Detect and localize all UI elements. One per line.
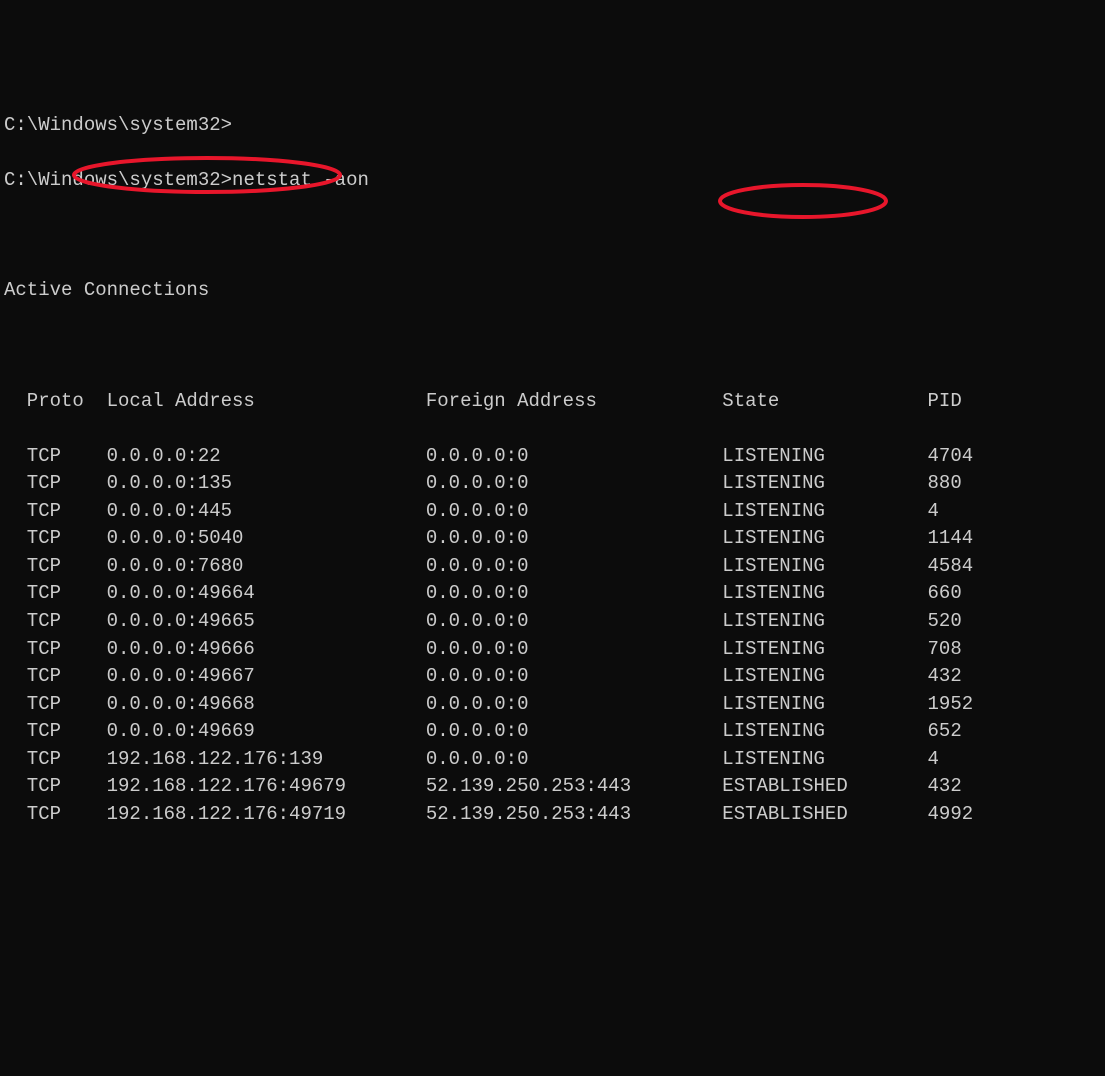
header-pid: PID (928, 388, 962, 416)
cell-state: LISTENING (722, 718, 927, 746)
cell-pid: 4 (928, 498, 939, 526)
cell-local: 192.168.122.176:49719 (107, 801, 426, 829)
cell-local: 0.0.0.0:49666 (107, 636, 426, 664)
cell-state: ESTABLISHED (722, 801, 927, 829)
cell-proto: TCP (27, 718, 107, 746)
cell-local: 192.168.122.176:139 (107, 746, 426, 774)
cell-proto: TCP (27, 498, 107, 526)
cell-state: LISTENING (722, 663, 927, 691)
prompt-command: netstat -aon (232, 169, 369, 191)
table-row: TCP0.0.0.0:4450.0.0.0:0LISTENING4 (4, 498, 1101, 526)
cell-foreign: 0.0.0.0:0 (426, 636, 722, 664)
cell-proto: TCP (27, 773, 107, 801)
cell-foreign: 52.139.250.253:443 (426, 773, 722, 801)
cell-proto: TCP (27, 801, 107, 829)
cell-local: 192.168.122.176:49679 (107, 773, 426, 801)
active-connections-title: Active Connections (4, 277, 1101, 305)
header-state: State (722, 388, 927, 416)
cell-proto: TCP (27, 553, 107, 581)
cell-state: LISTENING (722, 525, 927, 553)
table-row: TCP0.0.0.0:496680.0.0.0:0LISTENING1952 (4, 691, 1101, 719)
blank-line (4, 222, 1101, 250)
cell-pid: 4704 (928, 443, 974, 471)
cell-state: LISTENING (722, 580, 927, 608)
cell-local: 0.0.0.0:49668 (107, 691, 426, 719)
table-row: TCP0.0.0.0:496660.0.0.0:0LISTENING708 (4, 636, 1101, 664)
cell-local: 0.0.0.0:49669 (107, 718, 426, 746)
cell-proto: TCP (27, 470, 107, 498)
cell-pid: 708 (928, 636, 962, 664)
cell-proto: TCP (27, 636, 107, 664)
prompt-line: C:\Windows\system32> (4, 112, 1101, 140)
cell-foreign: 52.139.250.253:443 (426, 801, 722, 829)
cell-state: LISTENING (722, 746, 927, 774)
cell-foreign: 0.0.0.0:0 (426, 525, 722, 553)
cell-state: LISTENING (722, 608, 927, 636)
cell-state: ESTABLISHED (722, 773, 927, 801)
cell-pid: 432 (928, 773, 962, 801)
header-local: Local Address (107, 388, 426, 416)
cell-state: LISTENING (722, 553, 927, 581)
prompt-line: C:\Windows\system32>netstat -aon (4, 167, 1101, 195)
cell-pid: 432 (928, 663, 962, 691)
cell-foreign: 0.0.0.0:0 (426, 691, 722, 719)
table-row: TCP0.0.0.0:76800.0.0.0:0LISTENING4584 (4, 553, 1101, 581)
cell-proto: TCP (27, 608, 107, 636)
cell-foreign: 0.0.0.0:0 (426, 580, 722, 608)
cell-foreign: 0.0.0.0:0 (426, 663, 722, 691)
table-row: TCP0.0.0.0:496640.0.0.0:0LISTENING660 (4, 580, 1101, 608)
table-row: TCP0.0.0.0:220.0.0.0:0LISTENING4704 (4, 443, 1101, 471)
cell-foreign: 0.0.0.0:0 (426, 470, 722, 498)
cell-state: LISTENING (722, 691, 927, 719)
cell-proto: TCP (27, 525, 107, 553)
table-header-row: ProtoLocal AddressForeign AddressStatePI… (4, 388, 1101, 416)
table-row: TCP0.0.0.0:496690.0.0.0:0LISTENING652 (4, 718, 1101, 746)
cell-foreign: 0.0.0.0:0 (426, 718, 722, 746)
cell-pid: 880 (928, 470, 962, 498)
cell-foreign: 0.0.0.0:0 (426, 498, 722, 526)
blank-line (4, 333, 1101, 361)
cell-proto: TCP (27, 691, 107, 719)
cell-foreign: 0.0.0.0:0 (426, 746, 722, 774)
cell-pid: 1144 (928, 525, 974, 553)
cell-foreign: 0.0.0.0:0 (426, 553, 722, 581)
cell-proto: TCP (27, 746, 107, 774)
table-row: TCP0.0.0.0:496670.0.0.0:0LISTENING432 (4, 663, 1101, 691)
cell-pid: 652 (928, 718, 962, 746)
cell-foreign: 0.0.0.0:0 (426, 608, 722, 636)
table-row: TCP0.0.0.0:50400.0.0.0:0LISTENING1144 (4, 525, 1101, 553)
table-row: TCP0.0.0.0:1350.0.0.0:0LISTENING880 (4, 470, 1101, 498)
cell-proto: TCP (27, 663, 107, 691)
prompt-path: C:\Windows\system32> (4, 169, 232, 191)
cell-foreign: 0.0.0.0:0 (426, 443, 722, 471)
cell-pid: 4584 (928, 553, 974, 581)
cell-proto: TCP (27, 443, 107, 471)
cell-local: 0.0.0.0:49667 (107, 663, 426, 691)
cell-pid: 4992 (928, 801, 974, 829)
cell-state: LISTENING (722, 498, 927, 526)
cell-local: 0.0.0.0:7680 (107, 553, 426, 581)
cell-pid: 4 (928, 746, 939, 774)
cell-pid: 520 (928, 608, 962, 636)
table-row: TCP192.168.122.176:4971952.139.250.253:4… (4, 801, 1101, 829)
cell-local: 0.0.0.0:49664 (107, 580, 426, 608)
table-row: TCP0.0.0.0:496650.0.0.0:0LISTENING520 (4, 608, 1101, 636)
header-proto: Proto (27, 388, 107, 416)
table-row: TCP192.168.122.176:1390.0.0.0:0LISTENING… (4, 746, 1101, 774)
cell-local: 0.0.0.0:5040 (107, 525, 426, 553)
cell-state: LISTENING (722, 470, 927, 498)
prompt-path: C:\Windows\system32> (4, 114, 232, 136)
cell-state: LISTENING (722, 636, 927, 664)
cell-pid: 660 (928, 580, 962, 608)
header-foreign: Foreign Address (426, 388, 722, 416)
cell-pid: 1952 (928, 691, 974, 719)
cell-proto: TCP (27, 580, 107, 608)
cell-local: 0.0.0.0:135 (107, 470, 426, 498)
cell-local: 0.0.0.0:49665 (107, 608, 426, 636)
table-body: TCP0.0.0.0:220.0.0.0:0LISTENING4704TCP0.… (4, 443, 1101, 829)
cell-local: 0.0.0.0:22 (107, 443, 426, 471)
table-row: TCP192.168.122.176:4967952.139.250.253:4… (4, 773, 1101, 801)
cell-local: 0.0.0.0:445 (107, 498, 426, 526)
cell-state: LISTENING (722, 443, 927, 471)
